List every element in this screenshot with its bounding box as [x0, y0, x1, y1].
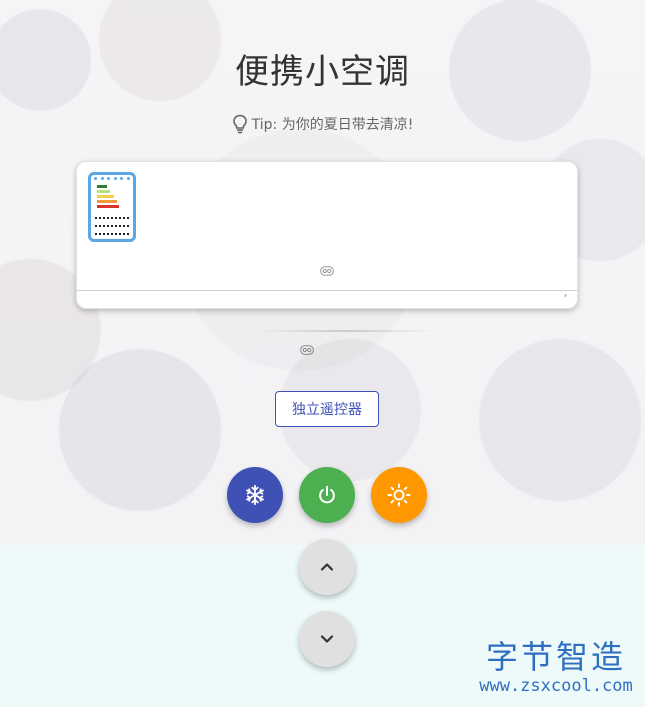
sun-icon [387, 483, 411, 507]
ac-display-panel [88, 172, 136, 242]
chevron-down-icon [320, 635, 334, 643]
sound-icon [300, 345, 314, 355]
chevron-up-icon [320, 563, 334, 571]
tip-text: Tip: 为你的夏日带去清凉! [251, 117, 414, 133]
ac-display-dots [94, 177, 130, 181]
page-title: 便携小空调 [235, 52, 410, 92]
page: 便携小空调 Tip: 为你的夏日带去清凉! 独立遥控器 字节智造 www.zsx… [0, 0, 645, 707]
independent-remote-button[interactable]: 独立遥控器 [275, 391, 379, 427]
ac-display-bars [97, 185, 119, 210]
site-watermark: 字节智造 www.zsxcool.com [470, 638, 642, 696]
tip-line: Tip: 为你的夏日带去清凉! [0, 114, 645, 134]
cool-mode-button[interactable] [227, 467, 283, 523]
watermark-url: www.zsxcool.com [479, 676, 633, 696]
temperature-down-button[interactable] [299, 611, 355, 667]
ac-brand-icon [320, 266, 334, 276]
airflow-line [256, 330, 436, 332]
heat-mode-button[interactable] [371, 467, 427, 523]
power-icon [319, 485, 335, 504]
lightbulb-icon [232, 114, 248, 134]
temperature-up-button[interactable] [299, 539, 355, 595]
ac-status-led [564, 294, 567, 297]
watermark-name: 字节智造 [485, 638, 626, 676]
snowflake-icon [246, 484, 264, 506]
power-button[interactable] [299, 467, 355, 523]
air-conditioner-unit [76, 161, 578, 309]
ac-display-lines [95, 217, 129, 241]
ac-vent-line [77, 290, 577, 291]
